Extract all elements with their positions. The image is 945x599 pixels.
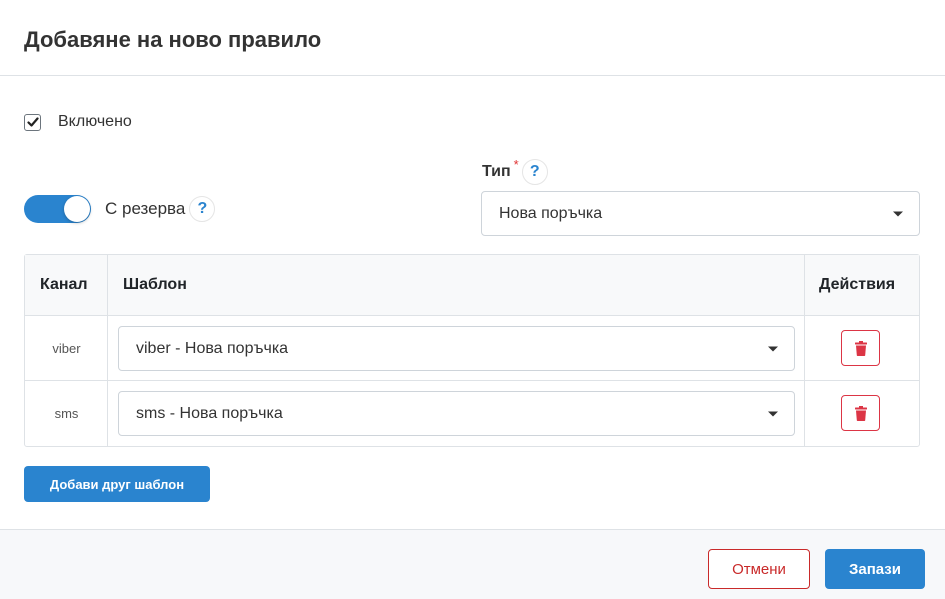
delete-button[interactable] (841, 395, 880, 431)
type-label-row: Тип * ? (482, 156, 548, 186)
toggle-knob (64, 196, 90, 222)
save-button[interactable]: Запази (825, 549, 925, 589)
chevron-down-icon (893, 211, 903, 216)
template-select[interactable]: viber - Нова поръчка (118, 326, 795, 371)
header-actions: Действия (819, 276, 896, 293)
add-template-button[interactable]: Добави друг шаблон (24, 466, 210, 502)
required-mark: * (513, 156, 519, 172)
check-icon (26, 117, 39, 127)
backup-label: С резерва (105, 199, 186, 218)
backup-row: С резерва ? (24, 194, 216, 224)
template-select[interactable]: sms - Нова поръчка (118, 391, 795, 436)
template-select-value: sms - Нова поръчка (136, 404, 283, 422)
cancel-button[interactable]: Отмени (708, 549, 810, 589)
trash-icon (854, 405, 867, 421)
backup-toggle[interactable] (24, 195, 91, 223)
type-label: Тип (482, 163, 511, 180)
type-select[interactable]: Нова поръчка (481, 191, 920, 236)
table-row: sms sms - Нова поръчка (25, 381, 919, 446)
type-select-value: Нова поръчка (499, 204, 603, 222)
table-row: viber viber - Нова поръчка (25, 316, 919, 381)
backup-help-icon[interactable]: ? (189, 196, 216, 222)
dialog-title: Добавяне на ново правило (24, 27, 322, 52)
dialog-header: Добавяне на ново правило (0, 0, 945, 76)
row-channel: sms (54, 406, 79, 421)
header-template: Шаблон (123, 276, 187, 293)
templates-table: Канал Шаблон Действия viber viber - Нова… (24, 254, 920, 447)
trash-icon (854, 340, 867, 356)
row-channel: viber (52, 341, 81, 356)
enabled-checkbox[interactable] (24, 113, 41, 131)
template-select-value: viber - Нова поръчка (136, 339, 289, 357)
enabled-label: Включено (58, 113, 132, 130)
dialog-footer: Отмени Запази (0, 529, 945, 599)
chevron-down-icon (768, 411, 778, 416)
delete-button[interactable] (841, 330, 880, 366)
header-channel: Канал (40, 276, 88, 293)
enabled-row: Включено (24, 112, 132, 132)
type-help-icon[interactable]: ? (521, 159, 548, 185)
table-header: Канал Шаблон Действия (25, 255, 919, 316)
chevron-down-icon (768, 346, 778, 351)
